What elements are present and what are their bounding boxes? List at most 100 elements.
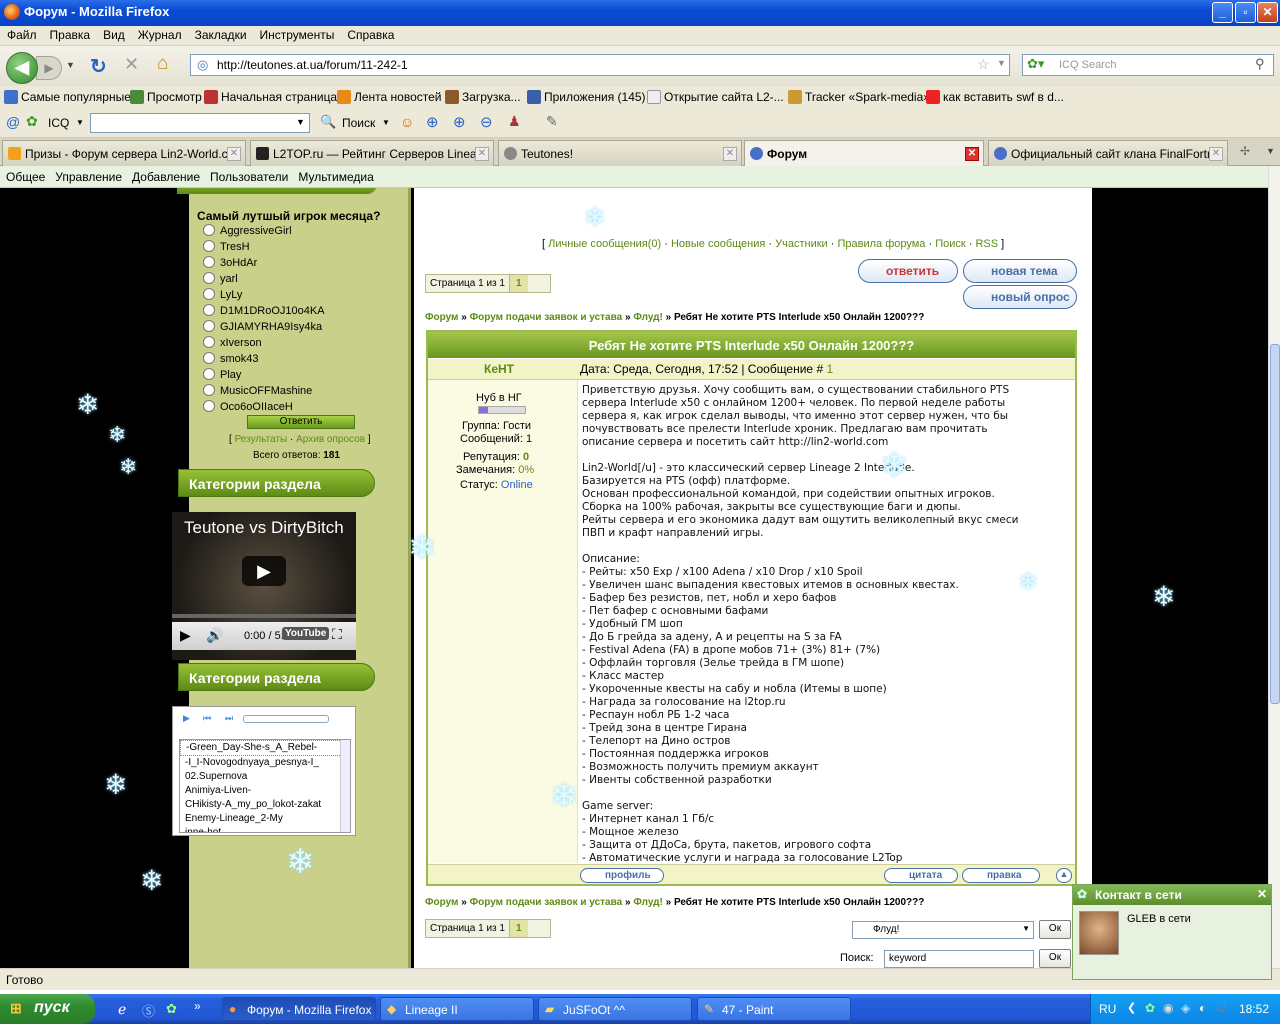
- tab-finalfortress[interactable]: Официальный сайт клана FinalFortr... ✕: [988, 140, 1228, 166]
- tab-l2top[interactable]: L2TOP.ru — Рейтинг Серверов Linea... ✕: [250, 140, 494, 166]
- icq-search-button[interactable]: Поиск: [342, 116, 375, 130]
- fullscreen-icon[interactable]: ⛶: [332, 626, 342, 643]
- poll-archive-link[interactable]: Архив опросов: [296, 434, 365, 445]
- poll-option[interactable]: 3oHdAr: [203, 256, 257, 269]
- messenger-icon[interactable]: ✿: [166, 1001, 177, 1017]
- clock[interactable]: 18:52: [1239, 1002, 1269, 1016]
- menu-file[interactable]: Файл: [0, 26, 43, 42]
- poll-option[interactable]: GJIAMYRHA9Isy4ka: [203, 320, 322, 333]
- language-indicator[interactable]: RU: [1099, 1002, 1116, 1016]
- radio-button[interactable]: [203, 304, 215, 316]
- tab-close-icon[interactable]: ✕: [475, 147, 489, 161]
- icq-flower-icon[interactable]: ✿: [26, 113, 38, 130]
- new-poll-button[interactable]: новый опрос: [963, 285, 1077, 309]
- chevron-down-icon[interactable]: ▼: [1022, 924, 1030, 933]
- tab-close-icon[interactable]: ✕: [227, 147, 241, 161]
- tab-close-icon[interactable]: ✕: [723, 147, 737, 161]
- start-button[interactable]: ⊞ пуск: [0, 994, 95, 1024]
- poll-option[interactable]: AggressiveGirl: [203, 224, 292, 237]
- play-icon[interactable]: ▶: [183, 713, 190, 724]
- radio-button[interactable]: [203, 320, 215, 332]
- nav-users[interactable]: Пользователи: [204, 166, 292, 184]
- tab-close-icon[interactable]: ✕: [965, 147, 979, 161]
- edit-button[interactable]: правка: [962, 868, 1040, 883]
- reply-button[interactable]: ответить: [858, 259, 958, 283]
- link-search[interactable]: Поиск: [935, 238, 965, 250]
- poll-option[interactable]: xIverson: [203, 336, 262, 349]
- ie-icon[interactable]: ℯ: [118, 1001, 126, 1018]
- audio-progress[interactable]: [243, 715, 329, 723]
- bookmark-item[interactable]: Начальная страница: [204, 90, 337, 104]
- poll-option[interactable]: Play: [203, 368, 241, 381]
- poll-option[interactable]: TresH: [203, 240, 250, 253]
- play-icon[interactable]: ▶: [180, 627, 191, 644]
- close-button[interactable]: ✕: [1257, 2, 1278, 23]
- icq-flower-icon[interactable]: ✿▾: [1027, 56, 1044, 72]
- poll-results-link[interactable]: Результаты: [235, 434, 288, 445]
- stop-icon[interactable]: ✕: [124, 54, 139, 75]
- search-icon[interactable]: 🔍: [320, 114, 336, 130]
- network-icon[interactable]: ◉: [1163, 1001, 1173, 1015]
- bookmark-item[interactable]: Открытие сайта L2-...: [647, 90, 784, 104]
- tab-prizes[interactable]: Призы - Форум сервера Lin2-World.c... ✕: [2, 140, 246, 166]
- radio-button[interactable]: [203, 224, 215, 236]
- link-rss[interactable]: RSS: [975, 238, 998, 250]
- site-identity-icon[interactable]: ◎: [197, 57, 208, 73]
- menu-view[interactable]: Вид: [96, 26, 131, 42]
- menu-help[interactable]: Справка: [340, 26, 400, 42]
- icq-at-icon[interactable]: @: [6, 114, 20, 130]
- playlist-item[interactable]: CHikisty-A_my_po_lokot-zakat: [180, 798, 350, 812]
- tray-app-icon[interactable]: ◈: [1181, 1001, 1190, 1015]
- breadcrumb-subforum[interactable]: Флуд!: [633, 312, 663, 323]
- post-number[interactable]: 1: [826, 362, 833, 376]
- radio-button[interactable]: [203, 384, 215, 396]
- breadcrumb-section[interactable]: Форум подачи заявок и устава: [470, 312, 623, 323]
- nav-multimedia[interactable]: Мультимедиа: [292, 166, 377, 184]
- radio-button[interactable]: [203, 352, 215, 364]
- zoom-in-icon[interactable]: ⊕: [426, 113, 439, 131]
- page-scrollbar[interactable]: [1268, 166, 1280, 968]
- pager-current[interactable]: 1: [508, 275, 528, 292]
- task-jusfoot[interactable]: ▰ JuSFoOt ^^: [538, 997, 692, 1021]
- task-paint[interactable]: ✎ 47 - Paint: [697, 997, 851, 1021]
- tab-close-icon[interactable]: ✕: [1209, 147, 1223, 161]
- search-ok-button[interactable]: Ок: [1039, 949, 1071, 968]
- poll-option[interactable]: Oco6oOIIaceH: [203, 400, 293, 413]
- radio-button[interactable]: [203, 368, 215, 380]
- radio-button[interactable]: [203, 288, 215, 300]
- url-dropdown-icon[interactable]: ▼: [997, 58, 1006, 68]
- task-lineage[interactable]: ◆ Lineage II: [380, 997, 534, 1021]
- playlist-item[interactable]: Animiya-Liven-: [180, 784, 350, 798]
- search-bar[interactable]: ✿▾ ICQ Search ⚲: [1022, 54, 1274, 76]
- playlist-item[interactable]: 02.Supernova: [180, 770, 350, 784]
- chevron-down-icon[interactable]: ▼: [382, 118, 390, 127]
- window-titlebar[interactable]: Форум - Mozilla Firefox _ ▫ ✕: [0, 0, 1280, 26]
- poll-option[interactable]: LyLy: [203, 288, 242, 301]
- menu-history[interactable]: Журнал: [131, 26, 188, 42]
- bookmark-item[interactable]: Приложения (145): [527, 90, 646, 104]
- link-new-messages[interactable]: Новые сообщения: [671, 238, 765, 250]
- nav-manage[interactable]: Управление: [49, 166, 126, 184]
- user-icon[interactable]: ♟: [508, 113, 521, 130]
- quote-button[interactable]: цитата: [884, 868, 958, 883]
- menu-tools[interactable]: Инструменты: [253, 26, 341, 42]
- scroll-top-icon[interactable]: ▲: [1056, 868, 1072, 883]
- contact-online-popup[interactable]: ✿ Контакт в сети ✕ GLEB в сети: [1072, 884, 1272, 980]
- jump-ok-button[interactable]: Ок: [1039, 920, 1071, 939]
- youtube-logo[interactable]: YouTube: [282, 627, 330, 640]
- link-forum-rules[interactable]: Правила форума: [837, 238, 925, 250]
- tab-list-icon[interactable]: ▼: [1266, 146, 1275, 156]
- address-bar[interactable]: ◎ http://teutones.at.ua/forum/11-242-1 ☆…: [190, 54, 1010, 76]
- playlist-scrollbar[interactable]: [340, 740, 350, 832]
- menu-edit[interactable]: Правка: [43, 26, 97, 42]
- bookmark-item[interactable]: как вставить swf в d...: [926, 90, 1064, 104]
- zoom-out-icon[interactable]: ⊖: [480, 113, 493, 131]
- playlist-item[interactable]: -I_I-Novogodnyaya_pesnya-I_: [180, 756, 350, 770]
- home-icon[interactable]: ⌂: [157, 53, 168, 75]
- bookmark-item[interactable]: Загрузка...: [445, 90, 521, 104]
- link-members[interactable]: Участники: [775, 238, 828, 250]
- tray-expand-icon[interactable]: ❮: [1127, 1001, 1136, 1014]
- quicklaunch-more-icon[interactable]: »: [194, 999, 201, 1013]
- next-icon[interactable]: ⏭: [225, 713, 233, 724]
- poll-option[interactable]: MusicOFFMashine: [203, 384, 312, 397]
